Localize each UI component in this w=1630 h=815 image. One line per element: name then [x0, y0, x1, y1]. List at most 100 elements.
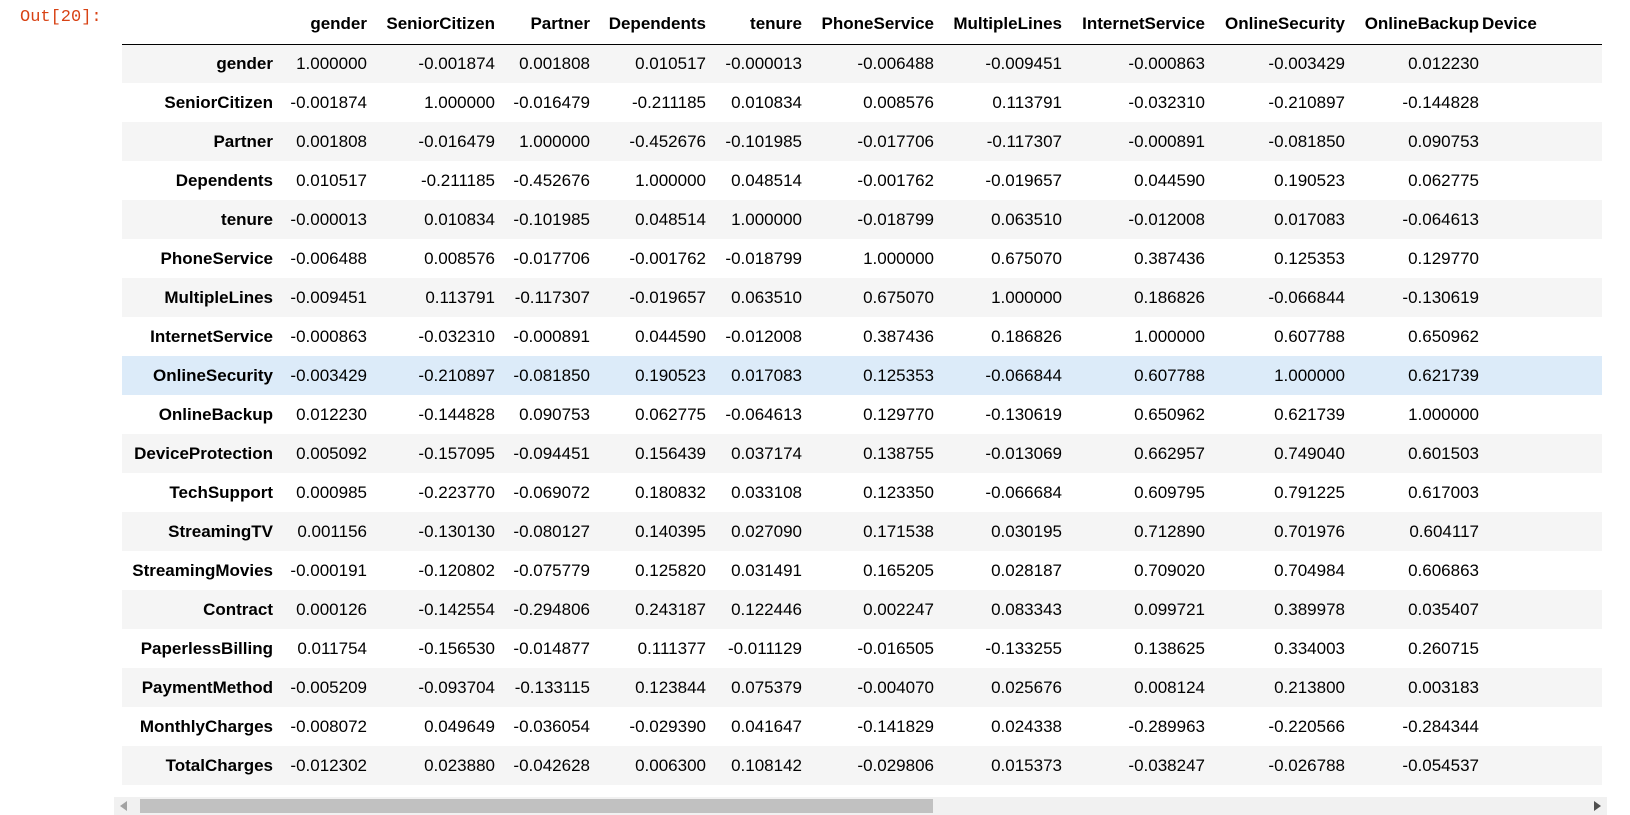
- table-cell: 0.001808: [519, 53, 590, 73]
- table-cell: 0.791225: [1274, 482, 1345, 502]
- table-cell: -0.016505: [857, 638, 934, 658]
- table-cell: -0.064613: [1402, 209, 1479, 229]
- dataframe-output: gender SeniorCitizen Partner Dependents tenu…: [122, 0, 1607, 790]
- table-cell: 0.083343: [991, 599, 1062, 619]
- table-cell: -0.036054: [513, 716, 590, 736]
- table-cell: 0.049649: [424, 716, 495, 736]
- row-label: PaperlessBilling: [140, 638, 273, 658]
- row-label: InternetService: [150, 326, 273, 346]
- table-cell: 0.701976: [1274, 521, 1345, 541]
- table-cell: 0.041647: [731, 716, 802, 736]
- table-cell: 0.190523: [635, 365, 706, 385]
- table-cell: -0.004070: [857, 677, 934, 697]
- row-label: gender: [216, 53, 273, 73]
- column-header: PhoneService: [805, 0, 937, 45]
- table-cell: -0.012008: [725, 326, 802, 346]
- table-cell: -0.101985: [513, 209, 590, 229]
- table-row: SeniorCitizen -0.001874 1.000000 -0.016479 -…: [122, 83, 1602, 122]
- table-cell: -0.012302: [290, 755, 367, 775]
- correlation-table: gender SeniorCitizen Partner Dependents tenu…: [122, 0, 1602, 785]
- table-cell: 0.044590: [635, 326, 706, 346]
- table-cell: -0.081850: [1268, 131, 1345, 151]
- table-cell: 0.075379: [731, 677, 802, 697]
- table-cell: -0.117307: [986, 131, 1062, 151]
- scrollbar-thumb[interactable]: [140, 799, 933, 813]
- table-cell: 0.008576: [424, 248, 495, 268]
- table-cell: -0.001762: [857, 170, 934, 190]
- table-cell: 1.000000: [1274, 365, 1345, 385]
- table-cell: -0.012008: [1128, 209, 1205, 229]
- table-cell: 0.028187: [991, 560, 1062, 580]
- table-cell: -0.223770: [418, 482, 495, 502]
- table-row: PaperlessBilling 0.011754 -0.156530 -0.0148…: [122, 629, 1602, 668]
- table-cell: -0.066684: [985, 482, 1062, 502]
- table-cell: -0.016479: [513, 92, 590, 112]
- table-cell: 0.031491: [731, 560, 802, 580]
- table-cell: 0.675070: [991, 248, 1062, 268]
- index-header: [122, 0, 276, 45]
- table-cell: 0.601503: [1408, 443, 1479, 463]
- table-cell: 0.017083: [1274, 209, 1345, 229]
- row-label: TotalCharges: [165, 755, 273, 775]
- table-cell: 0.030195: [991, 521, 1062, 541]
- header-row: gender SeniorCitizen Partner Dependents tenu…: [122, 0, 1602, 45]
- table-cell: 0.015373: [991, 755, 1062, 775]
- table-cell: 0.621739: [1408, 365, 1479, 385]
- table-row: InternetService -0.000863 -0.032310 -0.0008…: [122, 317, 1602, 356]
- table-cell: -0.211185: [420, 170, 495, 190]
- table-cell: 0.063510: [731, 287, 802, 307]
- table-cell: 0.190523: [1274, 170, 1345, 190]
- table-cell: 0.621739: [1274, 404, 1345, 424]
- column-header: tenure: [709, 0, 805, 45]
- table-cell: 0.125820: [635, 560, 706, 580]
- column-header: gender: [276, 0, 370, 45]
- row-label: TechSupport: [169, 482, 273, 502]
- table-cell: 0.123844: [635, 677, 706, 697]
- table-row: StreamingMovies -0.000191 -0.120802 -0.0757…: [122, 551, 1602, 590]
- column-header: OnlineBackup: [1348, 0, 1482, 45]
- row-label: PhoneService: [160, 248, 273, 268]
- table-cell: -0.019657: [985, 170, 1062, 190]
- table-cell: 0.138755: [863, 443, 934, 463]
- table-cell: 0.712890: [1134, 521, 1205, 541]
- table-cell: -0.211185: [631, 92, 706, 112]
- table-cell: 0.090753: [519, 404, 590, 424]
- table-cell: 0.000985: [296, 482, 367, 502]
- table-cell: -0.101985: [725, 131, 802, 151]
- horizontal-scrollbar[interactable]: [114, 797, 1607, 815]
- table-cell: 0.125353: [863, 365, 934, 385]
- table-cell: 0.003183: [1408, 677, 1479, 697]
- table-row: PhoneService -0.006488 0.008576 -0.017706 -0…: [122, 239, 1602, 278]
- chevron-left-icon[interactable]: [120, 801, 127, 811]
- column-header: SeniorCitizen: [370, 0, 498, 45]
- table-cell: 1.000000: [519, 131, 590, 151]
- table-cell: 1.000000: [731, 209, 802, 229]
- table-cell: -0.000891: [513, 326, 590, 346]
- table-cell: -0.018799: [857, 209, 934, 229]
- table-cell: -0.011129: [727, 638, 802, 658]
- table-cell: -0.066844: [985, 365, 1062, 385]
- table-row: Partner 0.001808 -0.016479 1.000000 -0.45267…: [122, 122, 1602, 161]
- table-cell: 0.008124: [1134, 677, 1205, 697]
- chevron-right-icon[interactable]: [1594, 801, 1601, 811]
- table-cell: -0.133255: [985, 638, 1062, 658]
- table-cell: -0.130619: [985, 404, 1062, 424]
- table-cell: 0.138625: [1134, 638, 1205, 658]
- table-row: PaymentMethod -0.005209 -0.093704 -0.133115…: [122, 668, 1602, 707]
- table-cell: -0.006488: [857, 53, 934, 73]
- row-label: OnlineSecurity: [153, 365, 273, 385]
- table-cell: 0.607788: [1134, 365, 1205, 385]
- table-cell: -0.014877: [513, 638, 590, 658]
- table-cell: 0.048514: [731, 170, 802, 190]
- row-label: MonthlyCharges: [139, 716, 273, 736]
- table-cell: -0.000891: [1128, 131, 1205, 151]
- table-cell: 0.140395: [635, 521, 706, 541]
- table-cell: 1.000000: [1134, 326, 1205, 346]
- table-cell: 0.650962: [1134, 404, 1205, 424]
- table-cell: 0.609795: [1134, 482, 1205, 502]
- table-cell: [1482, 161, 1602, 200]
- table-cell: -0.289963: [1128, 716, 1205, 736]
- table-cell: [1482, 356, 1602, 395]
- table-cell: [1482, 395, 1602, 434]
- table-cell: 0.180832: [635, 482, 706, 502]
